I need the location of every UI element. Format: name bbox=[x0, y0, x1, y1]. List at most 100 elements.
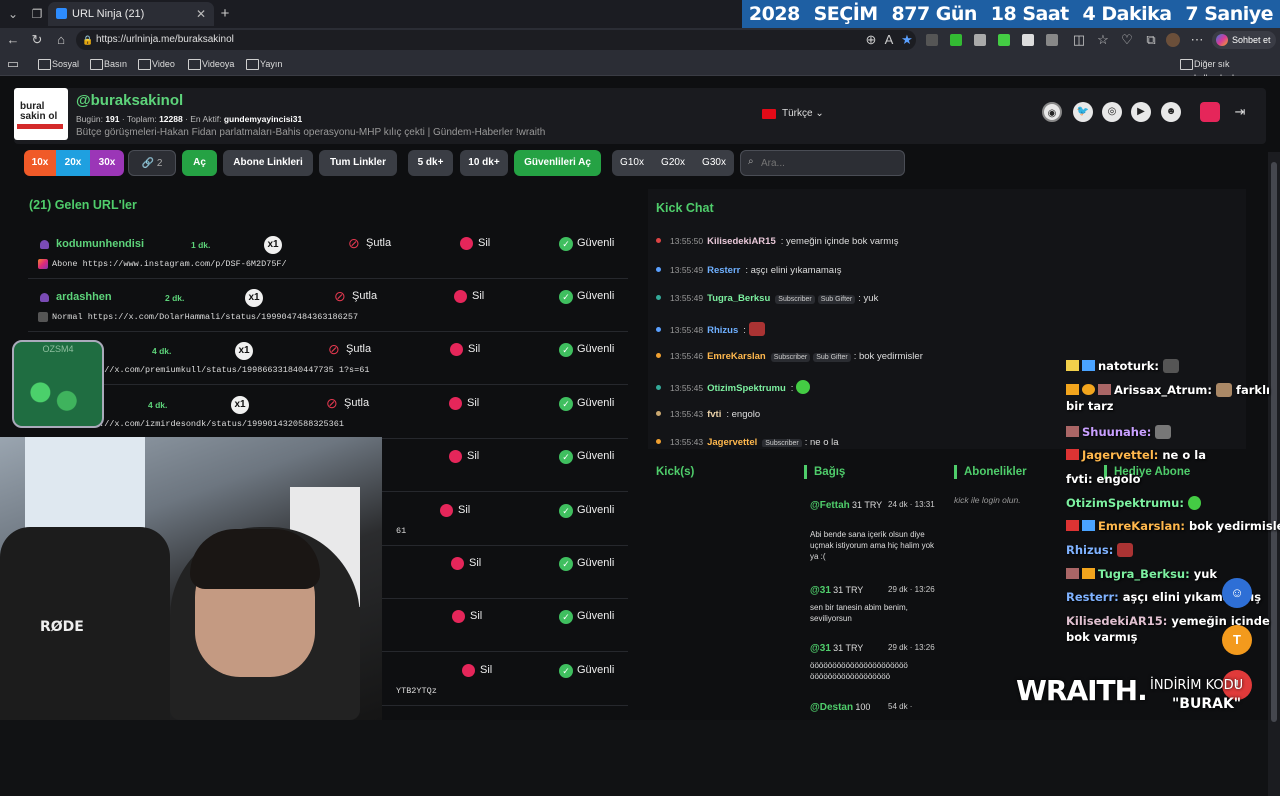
subscriber-links-button[interactable]: Abone Linkleri bbox=[223, 150, 313, 176]
split-screen-icon[interactable]: ◫ bbox=[1070, 31, 1088, 49]
logout-icon[interactable]: ⇥ bbox=[1230, 102, 1250, 122]
delete-button[interactable]: Sil bbox=[460, 237, 490, 250]
extension-icon[interactable] bbox=[1046, 34, 1058, 46]
safe-button[interactable]: Güvenli bbox=[559, 343, 614, 357]
safe-button[interactable]: Güvenli bbox=[559, 664, 614, 678]
t-floating-button[interactable]: T bbox=[1222, 625, 1252, 655]
g10x-button[interactable]: G10x bbox=[612, 150, 652, 176]
safe-button[interactable]: Güvenli bbox=[559, 290, 614, 304]
row-time: 4 dk. bbox=[148, 400, 168, 410]
close-tab-icon[interactable]: ✕ bbox=[196, 2, 206, 26]
channel-stats: Bugün: 191 · Toplam: 12288 · En Aktif: g… bbox=[76, 114, 303, 124]
tab-list-icon[interactable]: ⌄ bbox=[2, 4, 24, 24]
zoom-icon[interactable]: ⊕ bbox=[862, 31, 880, 49]
collections-icon[interactable]: ⧉ bbox=[1142, 31, 1160, 49]
x1-badge[interactable]: x1 bbox=[245, 289, 263, 307]
open-safe-button[interactable]: Güvenlileri Aç bbox=[514, 150, 601, 176]
delete-button[interactable]: Sil bbox=[440, 504, 470, 517]
filter-10x-button[interactable]: 10x bbox=[24, 150, 56, 176]
safe-button[interactable]: Güvenli bbox=[559, 610, 614, 624]
youtube-icon[interactable]: ▶ bbox=[1131, 102, 1151, 122]
search-input[interactable] bbox=[740, 150, 905, 176]
home-icon[interactable]: ⌂ bbox=[52, 31, 70, 49]
delete-button[interactable]: Sil bbox=[454, 290, 484, 303]
record-icon[interactable] bbox=[1200, 102, 1220, 122]
twitter-icon[interactable]: 🐦 bbox=[1073, 102, 1093, 122]
filter-30x-button[interactable]: 30x bbox=[90, 150, 124, 176]
bookmark-folder-sosyal[interactable]: Sosyal bbox=[38, 57, 79, 71]
skip-button[interactable]: Şutla bbox=[326, 395, 369, 412]
bookmark-folder-video[interactable]: Video bbox=[138, 57, 175, 71]
row-username[interactable]: kodumunhendisi bbox=[40, 238, 144, 250]
safe-button[interactable]: Güvenli bbox=[559, 557, 614, 571]
5min-filter-button[interactable]: 5 dk+ bbox=[408, 150, 453, 176]
extension-icon[interactable] bbox=[1022, 34, 1034, 46]
safe-button[interactable]: Güvenli bbox=[559, 504, 614, 518]
refresh-icon[interactable]: ↻ bbox=[28, 31, 46, 49]
row-link[interactable]: Abone https://www.instagram.com/p/DSF-6M… bbox=[38, 259, 287, 269]
all-links-button[interactable]: Tum Linkler bbox=[319, 150, 397, 176]
filter-20x-button[interactable]: 20x bbox=[56, 150, 90, 176]
g30x-button[interactable]: G30x bbox=[694, 150, 734, 176]
row-link[interactable]: 61 bbox=[382, 526, 406, 536]
overlay-chat-line: Jagervettel: ne o la bbox=[1066, 447, 1206, 463]
sidebar-toggle-icon[interactable]: ▭ bbox=[4, 55, 22, 73]
accessibility-icon[interactable]: ☺ bbox=[1222, 578, 1252, 608]
extension-icon[interactable] bbox=[926, 34, 938, 46]
instagram-icon[interactable]: ◎ bbox=[1102, 102, 1122, 122]
link-icon: 🔗 bbox=[141, 158, 155, 169]
link-count-field[interactable]: 🔗 2 bbox=[128, 150, 176, 176]
safe-button[interactable]: Güvenli bbox=[559, 237, 614, 251]
safe-button[interactable]: Güvenli bbox=[559, 450, 614, 464]
read-aloud-icon[interactable]: A bbox=[880, 31, 898, 49]
row-link[interactable]: s://x.com/izmirdesondk/status/1999014320… bbox=[80, 419, 344, 429]
bookmark-folder-videoya[interactable]: Videoya bbox=[188, 57, 234, 71]
open-button[interactable]: Aç bbox=[182, 150, 217, 176]
discord-icon[interactable]: ☻ bbox=[1161, 102, 1181, 122]
extension-icon[interactable] bbox=[998, 34, 1010, 46]
chat-message: 13:55:49 Tugra_Berksu Subscriber Sub Gifter… bbox=[656, 293, 878, 304]
extension-icon[interactable] bbox=[950, 34, 962, 46]
delete-button[interactable]: Sil bbox=[462, 664, 492, 677]
profile-avatar[interactable] bbox=[1166, 33, 1180, 47]
favorite-star-icon[interactable]: ★ bbox=[898, 31, 916, 49]
discount-code: "BURAK" bbox=[1172, 696, 1242, 712]
page-scrollbar[interactable] bbox=[1268, 152, 1280, 796]
channel-username[interactable]: @buraksakinol bbox=[76, 92, 183, 109]
10min-filter-button[interactable]: 10 dk+ bbox=[460, 150, 508, 176]
chat-message: 13:55:45 OtizimSpektrumu: bbox=[656, 380, 811, 394]
delete-button[interactable]: Sil bbox=[449, 450, 479, 463]
row-link[interactable]: Normal https://x.com/DolarHammali/status… bbox=[38, 312, 358, 322]
url-field[interactable]: 🔒 https://urlninja.me/buraksakinol bbox=[76, 30, 916, 50]
favorites-icon[interactable]: ☆ bbox=[1094, 31, 1112, 49]
row-link[interactable]: YTB2YTQz bbox=[382, 686, 437, 696]
kick-icon[interactable]: ◉ bbox=[1042, 102, 1062, 122]
row-link[interactable]: s://x.com/premiumkull/status/19986633184… bbox=[80, 365, 369, 375]
delete-button[interactable]: Sil bbox=[452, 610, 482, 623]
delete-button[interactable]: Sil bbox=[449, 397, 479, 410]
new-tab-button[interactable]: + bbox=[216, 4, 234, 24]
browser-tab[interactable]: URL Ninja (21) ✕ bbox=[48, 2, 214, 26]
more-menu-icon[interactable]: ⋯ bbox=[1188, 31, 1206, 49]
browser-essentials-icon[interactable]: ♡ bbox=[1118, 31, 1136, 49]
x1-badge[interactable]: x1 bbox=[235, 342, 253, 360]
x1-badge[interactable]: x1 bbox=[264, 236, 282, 254]
row-username[interactable]: ardashhen bbox=[40, 291, 112, 303]
g20x-button[interactable]: G20x bbox=[652, 150, 694, 176]
delete-button[interactable]: Sil bbox=[450, 343, 480, 356]
skip-button[interactable]: Şutla bbox=[328, 341, 371, 358]
skip-button[interactable]: Şutla bbox=[348, 235, 391, 252]
back-icon[interactable]: ← bbox=[4, 31, 22, 49]
skip-button[interactable]: Şutla bbox=[334, 288, 377, 305]
other-bookmarks-folder[interactable]: Diğer sık kullanılanlar bbox=[1180, 57, 1280, 83]
turkey-flag-icon bbox=[762, 109, 776, 119]
delete-button[interactable]: Sil bbox=[451, 557, 481, 570]
language-selector[interactable]: Türkçe ⌄ bbox=[762, 108, 824, 119]
bookmark-folder-yayin[interactable]: Yayın bbox=[246, 57, 282, 71]
x1-badge[interactable]: x1 bbox=[231, 396, 249, 414]
workspaces-icon[interactable]: ❐ bbox=[26, 4, 48, 24]
safe-button[interactable]: Güvenli bbox=[559, 397, 614, 411]
bookmark-folder-basin[interactable]: Basın bbox=[90, 57, 127, 71]
copilot-chat-button[interactable]: Sohbet et bbox=[1212, 31, 1276, 49]
extension-icon[interactable] bbox=[974, 34, 986, 46]
